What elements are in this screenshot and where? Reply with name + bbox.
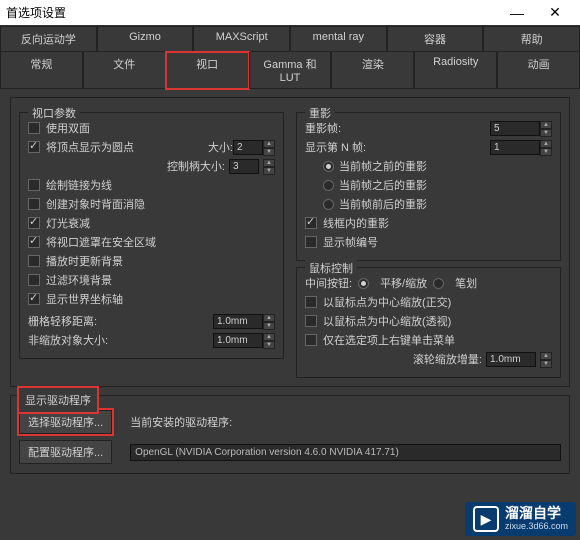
filter-env-label: 过滤环境背景 — [46, 272, 112, 288]
safe-frame-checkbox[interactable] — [28, 236, 40, 248]
ghost-frames-spinner[interactable]: ▲▼ — [540, 121, 552, 136]
stroke-label: 笔划 — [455, 275, 477, 291]
world-axis-label: 显示世界坐标轴 — [46, 291, 123, 307]
rclick-menu-checkbox[interactable] — [305, 334, 317, 346]
rclick-menu-label: 仅在选定项上右键单击菜单 — [323, 332, 455, 348]
mouse-group: 鼠标控制 中间按钮: 平移/缩放 笔划 以鼠标点为中心缩放(正交) 以鼠标点为中… — [296, 267, 561, 378]
safe-frame-label: 将视口遮罩在安全区域 — [46, 234, 156, 250]
draw-links-checkbox[interactable] — [28, 179, 40, 191]
ghost-nth-input[interactable]: 1 — [490, 140, 540, 155]
grid-dist-label: 栅格轻移距离: — [28, 313, 97, 329]
ghost-num-label: 显示帧编号 — [323, 234, 378, 250]
size-input[interactable]: 2 — [233, 140, 263, 155]
driver-group: 显示驱动程序 选择驱动程序... 当前安装的驱动程序: 配置驱动程序... Op… — [10, 395, 570, 474]
viewport-params-group: 视口参数 使用双面 将顶点显示为圆点 大小: 2 ▲▼ 控制柄大小: 3 ▲▼ … — [19, 112, 284, 359]
pan-zoom-radio[interactable] — [358, 278, 369, 289]
tab-maxscript[interactable]: MAXScript — [193, 26, 290, 52]
bg-create-checkbox[interactable] — [28, 198, 40, 210]
minimize-button[interactable]: — — [498, 0, 536, 26]
size-label: 大小: — [208, 139, 233, 155]
watermark-url: zixue.3d66.com — [505, 522, 568, 532]
config-driver-button[interactable]: 配置驱动程序... — [19, 440, 112, 464]
center-ortho-label: 以鼠标点为中心缩放(正交) — [323, 294, 451, 310]
ghost-both-label: 当前帧前后的重影 — [339, 196, 427, 212]
filter-env-checkbox[interactable] — [28, 274, 40, 286]
driver-legend: 显示驱动程序 — [19, 388, 97, 412]
handle-size-label: 控制柄大小: — [167, 158, 225, 174]
tab-radiosity[interactable]: Radiosity — [414, 52, 497, 89]
mouse-legend: 鼠标控制 — [305, 260, 357, 276]
watermark-title: 溜溜自学 — [505, 506, 568, 521]
center-persp-checkbox[interactable] — [305, 315, 317, 327]
center-ortho-checkbox[interactable] — [305, 296, 317, 308]
tab-gamma[interactable]: Gamma 和 LUT — [249, 52, 332, 89]
pan-zoom-label: 平移/缩放 — [380, 275, 427, 291]
ghost-frames-label: 重影帧: — [305, 120, 341, 136]
viewport-params-legend: 视口参数 — [28, 105, 80, 121]
play-icon: ▶ — [473, 506, 499, 532]
tab-render[interactable]: 渲染 — [331, 52, 414, 89]
light-atten-checkbox[interactable] — [28, 217, 40, 229]
titlebar: 首选项设置 — ✕ — [0, 0, 580, 26]
world-axis-checkbox[interactable] — [28, 293, 40, 305]
main-fieldset: 视口参数 使用双面 将顶点显示为圆点 大小: 2 ▲▼ 控制柄大小: 3 ▲▼ … — [10, 97, 570, 387]
close-button[interactable]: ✕ — [536, 0, 574, 26]
tab-gizmo[interactable]: Gizmo — [97, 26, 194, 52]
ghost-before-radio[interactable] — [323, 161, 334, 172]
grid-dist-spinner[interactable]: ▲▼ — [263, 314, 275, 329]
handle-size-spinner[interactable]: ▲▼ — [263, 159, 275, 174]
ghost-before-label: 当前帧之前的重影 — [339, 158, 427, 174]
ghost-both-radio[interactable] — [323, 199, 334, 210]
ghost-frames-input[interactable]: 5 — [490, 121, 540, 136]
vertex-dot-checkbox[interactable] — [28, 141, 40, 153]
center-persp-label: 以鼠标点为中心缩放(透视) — [323, 313, 451, 329]
choose-driver-button[interactable]: 选择驱动程序... — [19, 410, 112, 434]
ghost-nth-spinner[interactable]: ▲▼ — [540, 140, 552, 155]
update-bg-label: 播放时更新背景 — [46, 253, 123, 269]
ghosting-legend: 重影 — [305, 105, 335, 121]
wheel-spinner[interactable]: ▲▼ — [540, 352, 552, 367]
tab-help[interactable]: 帮助 — [483, 26, 580, 52]
vertex-dot-label: 将顶点显示为圆点 — [46, 139, 134, 155]
tab-general[interactable]: 常规 — [0, 52, 83, 89]
nonscale-spinner[interactable]: ▲▼ — [263, 333, 275, 348]
nonscale-label: 非缩放对象大小: — [28, 332, 108, 348]
tab-containers[interactable]: 容器 — [387, 26, 484, 52]
tabs-row-2: 常规 文件 视口 Gamma 和 LUT 渲染 Radiosity 动画 — [0, 52, 580, 89]
tab-animation[interactable]: 动画 — [497, 52, 580, 89]
watermark: ▶ 溜溜自学 zixue.3d66.com — [465, 502, 576, 536]
wheel-label: 滚轮缩放增量: — [413, 351, 482, 367]
ghost-wire-checkbox[interactable] — [305, 217, 317, 229]
tab-files[interactable]: 文件 — [83, 52, 166, 89]
ghost-num-checkbox[interactable] — [305, 236, 317, 248]
current-driver-value: OpenGL (NVIDIA Corporation version 4.6.0… — [130, 444, 561, 461]
handle-size-input[interactable]: 3 — [229, 159, 259, 174]
bg-create-label: 创建对象时背面消隐 — [46, 196, 145, 212]
light-atten-label: 灯光衰减 — [46, 215, 90, 231]
tab-viewports[interactable]: 视口 — [166, 52, 249, 89]
ghost-after-radio[interactable] — [323, 180, 334, 191]
use-dual-label: 使用双面 — [46, 120, 90, 136]
tab-ik[interactable]: 反向运动学 — [0, 26, 97, 52]
window-title: 首选项设置 — [6, 4, 498, 21]
ghost-nth-label: 显示第 N 帧: — [305, 139, 366, 155]
draw-links-label: 绘制链接为线 — [46, 177, 112, 193]
current-driver-label: 当前安装的驱动程序: — [130, 414, 232, 430]
size-spinner[interactable]: ▲▼ — [263, 140, 275, 155]
wheel-input[interactable]: 1.0mm — [486, 352, 536, 367]
tabs-row-1: 反向运动学 Gizmo MAXScript mental ray 容器 帮助 — [0, 26, 580, 52]
mmb-label: 中间按钮: — [305, 275, 352, 291]
nonscale-input[interactable]: 1.0mm — [213, 333, 263, 348]
stroke-radio[interactable] — [433, 278, 444, 289]
grid-dist-input[interactable]: 1.0mm — [213, 314, 263, 329]
use-dual-checkbox[interactable] — [28, 122, 40, 134]
update-bg-checkbox[interactable] — [28, 255, 40, 267]
ghosting-group: 重影 重影帧: 5▲▼ 显示第 N 帧: 1▲▼ 当前帧之前的重影 当前帧之后的… — [296, 112, 561, 261]
ghost-after-label: 当前帧之后的重影 — [339, 177, 427, 193]
ghost-wire-label: 线框内的重影 — [323, 215, 389, 231]
tab-mentalray[interactable]: mental ray — [290, 26, 387, 52]
